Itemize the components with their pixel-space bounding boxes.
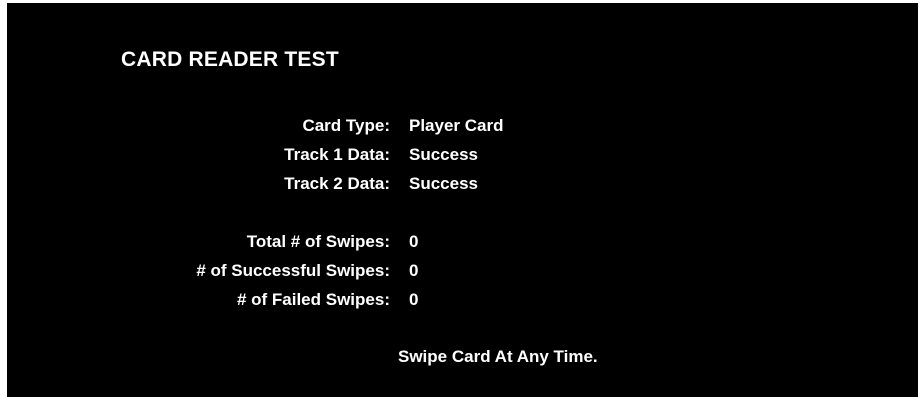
page-title: CARD READER TEST — [121, 48, 339, 71]
card-reader-test-screen: CARD READER TEST Card Type: Player Card … — [7, 3, 918, 397]
failed-swipes-label: # of Failed Swipes: — [236, 290, 390, 309]
successful-swipes-label: # of Successful Swipes: — [196, 261, 390, 280]
successful-swipes-value: 0 — [409, 261, 419, 280]
successful-swipes-row: # of Successful Swipes: 0 — [7, 259, 918, 283]
total-swipes-label: Total # of Swipes: — [246, 232, 390, 251]
failed-swipes-row: # of Failed Swipes: 0 — [7, 288, 918, 312]
card-type-value: Player Card — [409, 116, 504, 135]
swipe-card-prompt: Swipe Card At Any Time. — [398, 347, 598, 366]
card-type-label: Card Type: — [302, 116, 390, 135]
track2-row: Track 2 Data: Success — [7, 172, 918, 196]
track2-value: Success — [409, 174, 478, 193]
track1-value: Success — [409, 145, 478, 164]
track1-label: Track 1 Data: — [284, 145, 390, 164]
card-type-row: Card Type: Player Card — [7, 114, 918, 138]
total-swipes-value: 0 — [409, 232, 419, 251]
track2-label: Track 2 Data: — [284, 174, 390, 193]
track1-row: Track 1 Data: Success — [7, 143, 918, 167]
total-swipes-row: Total # of Swipes: 0 — [7, 230, 918, 254]
failed-swipes-value: 0 — [409, 290, 419, 309]
